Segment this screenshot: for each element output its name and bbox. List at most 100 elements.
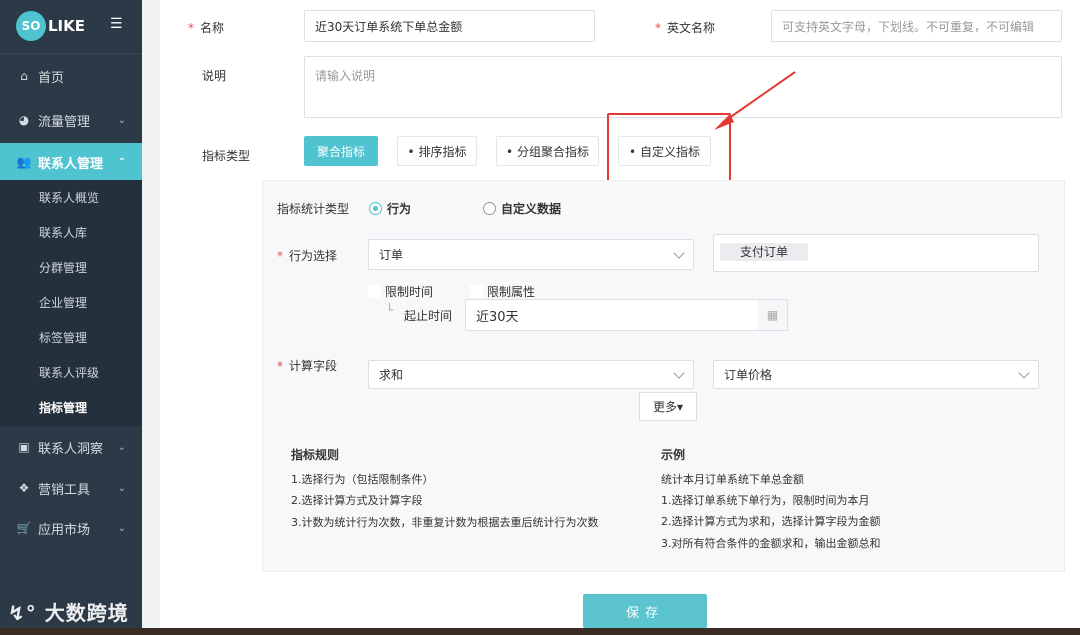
example-item: 统计本月订单系统下单总金额: [661, 473, 804, 486]
desc-textarea[interactable]: 请输入说明: [304, 56, 1062, 118]
menu-toggle-icon[interactable]: ☰: [110, 16, 128, 32]
checkbox-icon: [368, 285, 381, 298]
pie-chart-icon: ◕: [18, 113, 30, 127]
radio-custom-label: 自定义数据: [501, 202, 562, 216]
annotation-arrow-icon: [714, 71, 796, 130]
logo-divider: [0, 53, 142, 54]
required-marker: *: [188, 21, 194, 35]
sub-item-tags[interactable]: 标签管理: [0, 320, 142, 355]
en-name-label: * 英文名称: [655, 19, 715, 36]
tab-aggregate[interactable]: 聚合指标: [304, 136, 378, 166]
chevron-down-icon: [1018, 366, 1030, 379]
behavior-label-text: 行为选择: [289, 249, 338, 263]
nav-item-home[interactable]: ⌂ 首页: [0, 57, 142, 95]
calc-label-text: 计算字段: [289, 359, 338, 373]
radio-custom-data[interactable]: 自定义数据: [483, 200, 561, 217]
radio-unchecked-icon: [483, 202, 496, 215]
calc-method-select[interactable]: 求和: [368, 360, 694, 389]
nav-item-contacts[interactable]: 👥 联系人管理 ⌃: [0, 143, 142, 181]
sub-item-library[interactable]: 联系人库: [0, 215, 142, 250]
calc-field-value: 订单价格: [724, 368, 773, 382]
stat-type-label: 指标统计类型: [277, 202, 350, 216]
nav-item-apps[interactable]: 🛒 应用市场 ⌄: [0, 509, 142, 547]
range-label: 起止时间: [404, 309, 453, 323]
required-marker: *: [277, 359, 283, 373]
nav-item-traffic[interactable]: ◕ 流量管理 ⌄: [0, 101, 142, 139]
content-gutter: [142, 0, 160, 635]
sub-item-companies[interactable]: 企业管理: [0, 285, 142, 320]
rules-title: 指标规则: [291, 448, 340, 462]
sidebar: SO LIKE ☰ ⌂ 首页 ◕ 流量管理 ⌄ 👥 联系人管理 ⌃ 联系人概览 …: [0, 0, 142, 635]
cart-icon: 🛒: [16, 521, 32, 535]
calc-method-value: 求和: [379, 368, 404, 382]
watermark-text: 大数跨境: [44, 601, 129, 625]
name-label: * 名称: [188, 19, 224, 36]
checkbox-icon: [470, 285, 483, 298]
tree-branch-icon: └: [386, 303, 394, 317]
chevron-up-icon: ⌃: [117, 156, 126, 168]
cubes-icon: ❖: [18, 481, 30, 495]
logo[interactable]: SO LIKE: [16, 10, 85, 42]
rule-item: 2.选择计算方式及计算字段: [291, 494, 423, 507]
sub-item-segments[interactable]: 分群管理: [0, 250, 142, 285]
en-name-input[interactable]: 可支持英文字母，下划线。不可重复，不可编辑: [771, 10, 1062, 42]
example-item: 3.对所有符合条件的金额求和，输出金额总和: [661, 537, 881, 550]
name-input[interactable]: 近30天订单系统下单总金额: [304, 10, 595, 42]
behavior-label: * 行为选择: [277, 247, 337, 264]
example-item: 1.选择订单系统下单行为，限制时间为本月: [661, 494, 870, 507]
nav-item-label: 联系人洞察: [38, 441, 104, 457]
limit-attr-checkbox[interactable]: 限制属性: [470, 283, 535, 300]
radio-behavior-label: 行为: [387, 202, 412, 216]
watermark: ↯° 大数跨境: [8, 597, 129, 626]
behavior-select-value: 订单: [379, 248, 404, 262]
radio-behavior[interactable]: 行为: [369, 200, 411, 217]
nav-item-label: 联系人管理: [38, 156, 104, 172]
range-input[interactable]: 近30天: [465, 299, 759, 331]
home-icon: ⌂: [20, 69, 28, 83]
limit-time-checkbox[interactable]: 限制时间: [368, 283, 433, 300]
tab-group-aggregate[interactable]: • 分组聚合指标: [496, 136, 599, 166]
chevron-down-icon: ⌄: [117, 522, 126, 534]
chevron-down-icon: ⌄: [117, 441, 126, 453]
chevron-down-icon: ⌄: [117, 114, 126, 126]
chevron-down-icon: [673, 366, 685, 379]
watermark-logo-icon: ↯°: [8, 601, 37, 625]
nav-item-label: 营销工具: [38, 482, 91, 498]
behavior-select[interactable]: 订单: [368, 239, 694, 270]
nav-item-label: 流量管理: [38, 114, 91, 130]
calendar-icon[interactable]: ▦: [758, 299, 788, 331]
save-button[interactable]: 保存: [583, 594, 707, 628]
rule-item: 3.计数为统计行为次数，非重复计数为根据去重后统计行为次数: [291, 516, 599, 529]
example-title: 示例: [661, 448, 686, 462]
en-name-label-text: 英文名称: [667, 21, 716, 35]
limit-time-label: 限制时间: [385, 285, 434, 299]
nav-item-label: 首页: [38, 70, 65, 86]
required-marker: *: [655, 21, 661, 35]
radio-checked-icon: [369, 202, 382, 215]
nav-item-label: 应用市场: [38, 522, 91, 538]
desc-label: 说明: [202, 69, 227, 83]
chevron-down-icon: ⌄: [117, 482, 126, 494]
nav-item-marketing[interactable]: ❖ 营销工具 ⌄: [0, 469, 142, 507]
chevron-down-icon: [673, 246, 685, 259]
behavior-tag[interactable]: 支付订单: [720, 243, 809, 261]
name-label-text: 名称: [200, 21, 225, 35]
nav-item-insight[interactable]: ▣ 联系人洞察 ⌄: [0, 428, 142, 466]
more-button[interactable]: 更多▾: [639, 392, 697, 421]
sub-item-overview[interactable]: 联系人概览: [0, 180, 142, 215]
limit-attr-label: 限制属性: [487, 285, 536, 299]
required-marker: *: [277, 249, 283, 263]
logo-text: LIKE: [48, 17, 86, 35]
id-card-icon: ▣: [18, 440, 30, 454]
calc-field-select[interactable]: 订单价格: [713, 360, 1039, 389]
tab-sort[interactable]: • 排序指标: [397, 136, 477, 166]
type-label: 指标类型: [202, 149, 251, 163]
bottom-strip: [0, 628, 1080, 635]
logo-badge: SO: [16, 11, 46, 41]
calc-label: * 计算字段: [277, 357, 337, 374]
users-icon: 👥: [16, 155, 32, 169]
rule-item: 1.选择行为（包括限制条件）: [291, 473, 434, 486]
sub-item-rating[interactable]: 联系人评级: [0, 355, 142, 390]
sub-item-metrics[interactable]: 指标管理: [0, 390, 142, 425]
example-item: 2.选择计算方式为求和，选择计算字段为金额: [661, 515, 881, 528]
